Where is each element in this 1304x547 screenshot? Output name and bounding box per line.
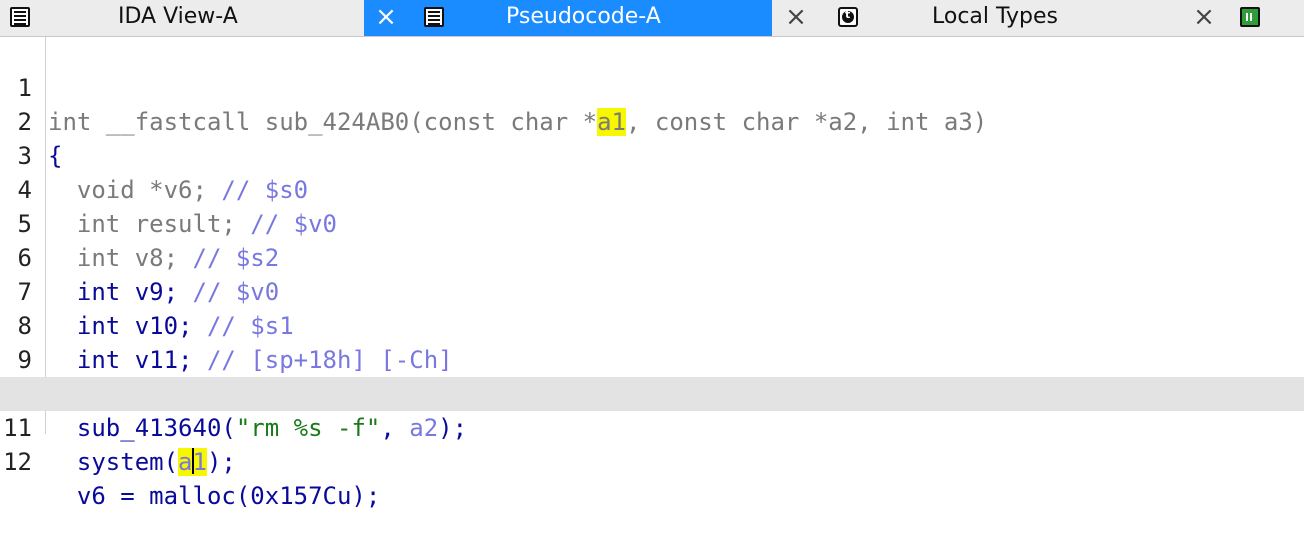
list-icon bbox=[10, 7, 30, 27]
tab-local-types[interactable]: × Local Types × bbox=[772, 0, 1304, 36]
tab-label: Pseudocode-A bbox=[506, 4, 661, 29]
line-number: 12 bbox=[3, 448, 32, 476]
close-icon[interactable]: × bbox=[782, 0, 810, 36]
statement: v6 = malloc(0x157Cu); bbox=[48, 482, 381, 510]
code-line[interactable]: 6 int v9; // $v0 bbox=[0, 207, 1304, 306]
tab-label: Local Types bbox=[932, 4, 1059, 29]
close-icon[interactable]: × bbox=[1190, 0, 1218, 36]
code-line[interactable]: 4 int result; // $v0 bbox=[0, 139, 1304, 238]
highlighted-arg[interactable]: a1 bbox=[178, 448, 207, 476]
tab-label: IDA View-A bbox=[118, 4, 238, 29]
close-icon[interactable]: × bbox=[372, 0, 400, 36]
pseudocode-view[interactable]: 1 int __fastcall sub_424AB0(const char *… bbox=[0, 37, 1304, 510]
code-line[interactable]: 3 void *v6; // $s0 bbox=[0, 105, 1304, 204]
code-line[interactable]: 8 int v11; // [sp+18h] [-Ch] bbox=[0, 275, 1304, 374]
code-line[interactable]: 12 v6 = malloc(0x157Cu); bbox=[0, 411, 1304, 510]
call-end: ); bbox=[206, 448, 236, 476]
info-t-icon bbox=[838, 7, 858, 27]
function-call[interactable]: system( bbox=[48, 448, 178, 476]
code-line[interactable]: 7 int v10; // $s1 bbox=[0, 241, 1304, 340]
code-line[interactable]: 5 int v8; // $s2 bbox=[0, 173, 1304, 272]
structures-icon bbox=[1240, 7, 1260, 27]
list-icon bbox=[424, 7, 444, 27]
code-line[interactable]: 9 bbox=[0, 309, 1304, 374]
code-line[interactable]: 1 int __fastcall sub_424AB0(const char *… bbox=[0, 37, 1304, 136]
tab-bar: IDA View-A × Pseudocode-A × Local Types … bbox=[0, 0, 1304, 37]
code-line-current[interactable]: 11 system(a1); bbox=[0, 377, 1304, 476]
tab-ida-view[interactable]: IDA View-A bbox=[0, 0, 364, 36]
code-line[interactable]: 10 sub_413640("rm %s -f", a2); bbox=[0, 343, 1304, 442]
tab-pseudocode[interactable]: × Pseudocode-A bbox=[364, 0, 772, 36]
code-line[interactable]: 2 { bbox=[0, 71, 1304, 170]
